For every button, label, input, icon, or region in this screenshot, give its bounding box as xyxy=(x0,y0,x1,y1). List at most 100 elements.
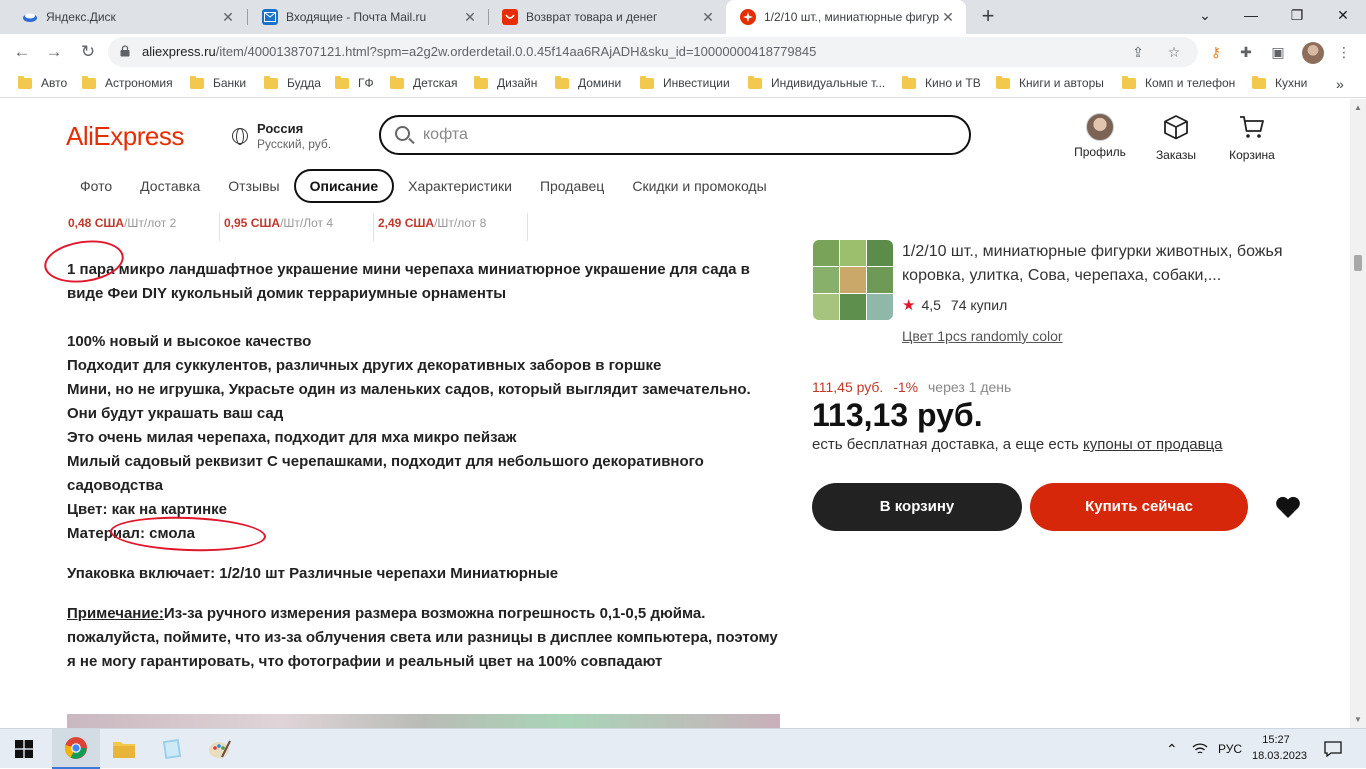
back-icon[interactable]: ← xyxy=(10,40,34,64)
tab-seller[interactable]: Продавец xyxy=(526,171,618,201)
close-window-icon[interactable]: ✕ xyxy=(1320,0,1366,30)
folder-icon xyxy=(902,75,916,89)
windows-taskbar: ⌃ РУС 15:27 18.03.2023 xyxy=(0,728,1366,769)
system-clock[interactable]: 15:27 18.03.2023 xyxy=(1252,732,1308,764)
orders-button[interactable]: Заказы xyxy=(1144,113,1208,162)
close-tab-icon[interactable]: ✕ xyxy=(220,9,236,26)
bookmark-item[interactable]: Домини xyxy=(555,75,622,90)
description-package: Упаковка включает: 1/2/10 шт Различные ч… xyxy=(67,565,559,582)
new-tab-icon[interactable]: + xyxy=(976,4,1000,28)
bookmark-item[interactable]: Комп и телефон xyxy=(1122,75,1236,90)
network-icon[interactable] xyxy=(1192,729,1208,769)
chevron-down-icon[interactable]: ⌄ xyxy=(1182,0,1228,30)
extensions-icon[interactable]: ✚ xyxy=(1236,42,1256,62)
close-tab-icon[interactable]: ✕ xyxy=(700,9,716,26)
close-tab-icon[interactable]: ✕ xyxy=(462,9,478,26)
bookmark-label: Комп и телефон xyxy=(1145,76,1236,90)
bookmark-label: Авто xyxy=(41,76,68,90)
minimize-icon[interactable]: — xyxy=(1228,0,1274,30)
tab-reviews[interactable]: Отзывы xyxy=(214,171,293,201)
taskbar-chrome[interactable] xyxy=(52,729,100,769)
cart-button[interactable]: Корзина xyxy=(1220,113,1284,162)
note-text: Из-за ручного измерения размера возможна… xyxy=(67,605,778,670)
tab-delivery[interactable]: Доставка xyxy=(126,171,214,201)
tab-product[interactable]: 1/2/10 шт., миниатюрные фигур ✕ xyxy=(726,0,966,34)
tab-yandex-disk[interactable]: Яндекс.Диск ✕ xyxy=(8,0,246,34)
taskbar-paint[interactable] xyxy=(196,729,244,769)
buy-now-button[interactable]: Купить сейчас xyxy=(1030,483,1248,531)
price-tiers: 0,48 США/Шт/лот 2 0,95 США/Шт/Лот 4 2,49… xyxy=(66,213,528,241)
bookmark-item[interactable]: Астрономия xyxy=(82,75,173,90)
taskbar-app[interactable] xyxy=(148,729,196,769)
aliexpress-icon xyxy=(740,9,756,25)
product-section-nav: Фото Доставка Отзывы Описание Характерис… xyxy=(66,169,781,203)
keyboard-language[interactable]: РУС xyxy=(1218,729,1242,769)
bookmark-item[interactable]: Кино и ТВ xyxy=(902,75,981,90)
folder-icon xyxy=(474,75,488,89)
share-icon[interactable]: ⇪ xyxy=(1128,42,1148,62)
scrollbar-thumb[interactable] xyxy=(1354,255,1362,271)
color-option-link[interactable]: Цвет 1pcs randomly color xyxy=(902,328,1063,344)
tray-chevron-up-icon[interactable]: ⌃ xyxy=(1166,729,1178,769)
reload-icon[interactable]: ↻ xyxy=(76,40,100,64)
thumb-tile xyxy=(867,240,893,266)
star-icon: ★ xyxy=(902,297,916,314)
yandex-disk-icon xyxy=(22,9,38,25)
thumb-tile xyxy=(867,267,893,293)
add-to-cart-button[interactable]: В корзину xyxy=(812,483,1022,531)
seller-coupons-link[interactable]: купоны от продавца xyxy=(1083,436,1222,453)
bookmark-item[interactable]: Инвестиции xyxy=(640,75,730,90)
product-title[interactable]: 1/2/10 шт., миниатюрные фигурки животных… xyxy=(902,240,1322,288)
tab-returns[interactable]: Возврат товара и денег ✕ xyxy=(488,0,726,34)
tab-specifications[interactable]: Характеристики xyxy=(394,171,526,201)
search-input[interactable]: кофта xyxy=(379,115,971,155)
forward-icon[interactable]: → xyxy=(42,40,66,64)
tier-unit: /Шт/Лот 4 xyxy=(280,216,334,230)
folder-icon xyxy=(1252,75,1266,89)
tab-mail[interactable]: Входящие - Почта Mail.ru ✕ xyxy=(248,0,488,34)
product-rating: ★ 4,5 74 купил xyxy=(902,296,1007,314)
bookmark-label: Книги и авторы xyxy=(1019,76,1104,90)
bookmark-item[interactable]: Книги и авторы xyxy=(996,75,1104,90)
chrome-icon xyxy=(65,737,87,759)
bookmark-label: Дизайн xyxy=(497,76,538,90)
notifications-icon[interactable] xyxy=(1324,729,1342,769)
bookmark-item[interactable]: Индивидуальные т... xyxy=(748,75,885,90)
bookmark-item[interactable]: Детская xyxy=(390,75,457,90)
bookmark-item[interactable]: Кухни xyxy=(1252,75,1307,90)
cart-icon xyxy=(1240,116,1264,138)
aliexpress-logo[interactable]: AliExpress xyxy=(66,121,184,152)
tab-discounts[interactable]: Скидки и промокоды xyxy=(618,171,780,201)
key-icon[interactable]: ⚷ xyxy=(1206,42,1226,62)
bookmark-item[interactable]: Банки xyxy=(190,75,246,90)
profile-button[interactable]: Профиль xyxy=(1068,113,1132,159)
thumb-tile xyxy=(813,267,839,293)
address-bar[interactable]: aliexpress.ru/item/4000138707121.html?sp… xyxy=(108,37,1198,67)
clock-date: 18.03.2023 xyxy=(1252,750,1308,762)
more-bookmarks-icon[interactable]: » xyxy=(1336,76,1344,92)
tab-photo[interactable]: Фото xyxy=(66,171,126,201)
tab-description[interactable]: Описание xyxy=(293,169,395,203)
scroll-down-icon[interactable]: ▼ xyxy=(1354,715,1362,724)
tab-title: Входящие - Почта Mail.ru xyxy=(286,10,427,24)
heart-icon[interactable] xyxy=(1274,493,1302,521)
close-tab-icon[interactable]: ✕ xyxy=(940,9,956,26)
taskbar-explorer[interactable] xyxy=(100,729,148,769)
menu-icon[interactable]: ⋮ xyxy=(1334,42,1354,62)
start-button[interactable] xyxy=(0,729,48,769)
scroll-up-icon[interactable]: ▲ xyxy=(1354,103,1362,112)
bookmark-item[interactable]: ГФ xyxy=(335,75,374,90)
bookmark-label: Домини xyxy=(578,76,622,90)
bookmark-star-icon[interactable]: ☆ xyxy=(1164,42,1184,62)
bookmark-item[interactable]: Авто xyxy=(18,75,68,90)
restore-icon[interactable]: ❐ xyxy=(1274,0,1320,30)
browser-profile-avatar[interactable] xyxy=(1302,42,1324,64)
page-scrollbar[interactable]: ▲ ▼ xyxy=(1350,99,1366,728)
product-thumbnail[interactable] xyxy=(813,240,893,320)
bookmark-item[interactable]: Будда xyxy=(264,75,321,90)
bookmark-item[interactable]: Дизайн xyxy=(474,75,538,90)
side-panel-icon[interactable]: ▣ xyxy=(1268,42,1288,62)
windows-logo-icon xyxy=(15,740,33,758)
region-selector[interactable]: Россия Русский, руб. xyxy=(232,121,331,151)
browser-toolbar: ← → ↻ aliexpress.ru/item/4000138707121.h… xyxy=(0,34,1366,70)
